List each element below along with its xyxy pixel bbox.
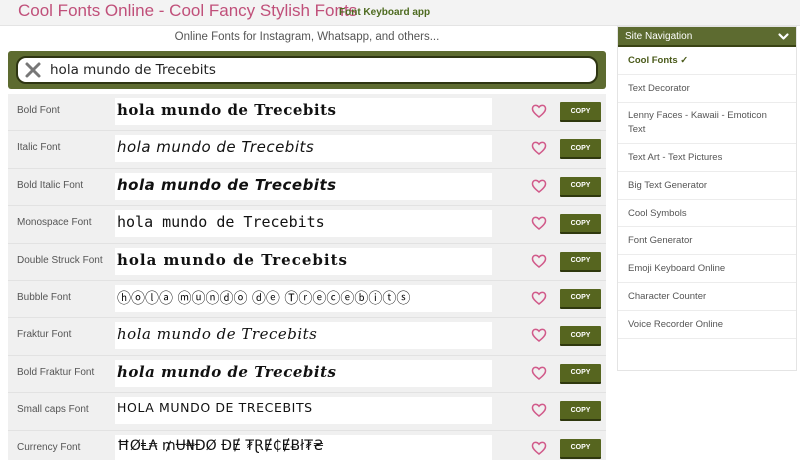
copy-button[interactable]: COPY	[560, 102, 601, 122]
font-name-label: Italic Font	[17, 142, 61, 154]
font-name-label: Bold Font	[17, 105, 60, 116]
copy-button[interactable]: COPY	[560, 288, 601, 309]
font-preview-text[interactable]: hola mundo de Trecebits	[115, 359, 492, 387]
heart-icon[interactable]	[531, 365, 547, 381]
font-name-label: Fraktur Font	[17, 329, 72, 341]
nav-item-big-text-generator[interactable]: Big Text Generator	[618, 172, 796, 200]
site-navigation-header[interactable]: Site Navigation	[618, 27, 796, 47]
chevron-down-icon[interactable]	[777, 30, 790, 43]
font-name-label: Double Struck Font	[17, 254, 103, 266]
font-name-label: Small caps Font	[17, 404, 89, 416]
font-name-label: Bold Italic Font	[17, 179, 84, 191]
font-preview-text[interactable]: ⓗⓞⓛⓐ ⓜⓤⓝⓓⓞ ⓓⓔ Ⓣⓡⓔⓒⓔⓑⓘⓣⓢ	[115, 284, 492, 312]
close-icon[interactable]	[24, 61, 42, 79]
font-row-italic: Italic Font hola mundo de Trecebits COPY	[8, 131, 606, 169]
font-preview-text[interactable]: hola mundo de Trecebits	[115, 210, 492, 238]
font-preview-text[interactable]: hola mundo de Trecebits	[115, 322, 492, 350]
copy-button[interactable]: COPY	[560, 326, 601, 347]
font-preview-text[interactable]: hola mundo de Trecebits	[115, 172, 492, 200]
font-preview-text[interactable]: hola mundo de Trecebits	[115, 247, 492, 275]
site-navigation-title: Site Navigation	[625, 31, 693, 42]
site-header: Cool Fonts Online - Cool Fancy Stylish F…	[0, 0, 800, 26]
font-preview-text[interactable]: HOLA MUNDO DE TRECEBITS	[115, 397, 492, 425]
heart-icon[interactable]	[531, 440, 547, 456]
copy-button[interactable]: COPY	[560, 214, 601, 235]
copy-button[interactable]: COPY	[560, 251, 601, 272]
copy-button[interactable]: COPY	[560, 363, 601, 384]
heart-icon[interactable]	[531, 327, 547, 343]
font-row-double-struck: Double Struck Font hola mundo de Trecebi…	[8, 243, 606, 281]
nav-item-emoji-keyboard[interactable]: Emoji Keyboard Online	[618, 255, 796, 284]
font-name-label: Monospace Font	[17, 217, 92, 229]
heart-icon[interactable]	[531, 215, 547, 231]
nav-item-text-decorator[interactable]: Text Decorator	[618, 75, 796, 103]
site-navigation-panel: Site Navigation Cool Fonts ✓ Text Decora…	[617, 26, 797, 371]
heart-icon[interactable]	[531, 178, 547, 194]
nav-item-cool-fonts[interactable]: Cool Fonts ✓	[618, 47, 796, 75]
copy-button[interactable]: COPY	[560, 438, 601, 459]
site-title[interactable]: Cool Fonts Online - Cool Fancy Stylish F…	[18, 1, 357, 21]
search-bar	[8, 51, 606, 89]
nav-item-text-art[interactable]: Text Art - Text Pictures	[618, 144, 796, 172]
copy-button[interactable]: COPY	[560, 401, 601, 422]
font-row-currency: Currency Font ĦØⱠ₳ ₥Ʉ₦ĐØ ĐɆ ₮ⱤɆ₵ɆɃł₮₴ CO…	[8, 430, 606, 460]
font-keyboard-app-link[interactable]: Font Keyboard app	[339, 7, 430, 18]
heart-icon[interactable]	[531, 140, 547, 156]
font-results-list: Bold Font hola mundo de Trecebits COPY I…	[8, 94, 606, 460]
copy-button[interactable]: COPY	[560, 139, 601, 160]
nav-item-font-generator[interactable]: Font Generator	[618, 227, 796, 256]
tagline: Online Fonts for Instagram, Whatsapp, an…	[174, 31, 440, 43]
font-preview-text[interactable]: ĦØⱠ₳ ₥Ʉ₦ĐØ ĐɆ ₮ⱤɆ₵ɆɃł₮₴	[115, 434, 492, 460]
font-row-small-caps: Small caps Font HOLA MUNDO DE TRECEBITS …	[8, 393, 606, 431]
nav-item-lenny-faces[interactable]: Lenny Faces - Kawaii - Emoticon Text	[618, 103, 796, 144]
font-preview-text[interactable]: hola mundo de Trecebits	[115, 98, 492, 125]
search-box	[16, 56, 598, 84]
font-row-bold-italic: Bold Italic Font hola mundo de Trecebits…	[8, 168, 606, 207]
heart-icon[interactable]	[531, 103, 547, 119]
search-input[interactable]	[50, 60, 590, 80]
font-row-bubble: Bubble Font ⓗⓞⓛⓐ ⓜⓤⓝⓓⓞ ⓓⓔ Ⓣⓡⓔⓒⓔⓑⓘⓣⓢ COPY	[8, 280, 606, 319]
font-row-fraktur: Fraktur Font hola mundo de Trecebits COP…	[8, 318, 606, 356]
copy-button[interactable]: COPY	[560, 176, 601, 197]
font-row-monospace: Monospace Font hola mundo de Trecebits C…	[8, 206, 606, 244]
font-row-bold: Bold Font hola mundo de Trecebits COPY	[8, 94, 606, 132]
nav-item-cool-symbols[interactable]: Cool Symbols	[618, 200, 796, 228]
nav-item-voice-recorder[interactable]: Voice Recorder Online	[618, 311, 796, 340]
font-row-bold-fraktur: Bold Fraktur Font hola mundo de Trecebit…	[8, 355, 606, 394]
font-preview-text[interactable]: hola mundo de Trecebits	[115, 135, 492, 163]
heart-icon[interactable]	[531, 402, 547, 418]
font-name-label: Currency Font	[17, 441, 81, 453]
nav-item-character-counter[interactable]: Character Counter	[618, 283, 796, 312]
font-name-label: Bold Fraktur Font	[17, 366, 95, 378]
heart-icon[interactable]	[531, 253, 547, 269]
font-name-label: Bubble Font	[17, 291, 71, 303]
heart-icon[interactable]	[531, 290, 547, 306]
